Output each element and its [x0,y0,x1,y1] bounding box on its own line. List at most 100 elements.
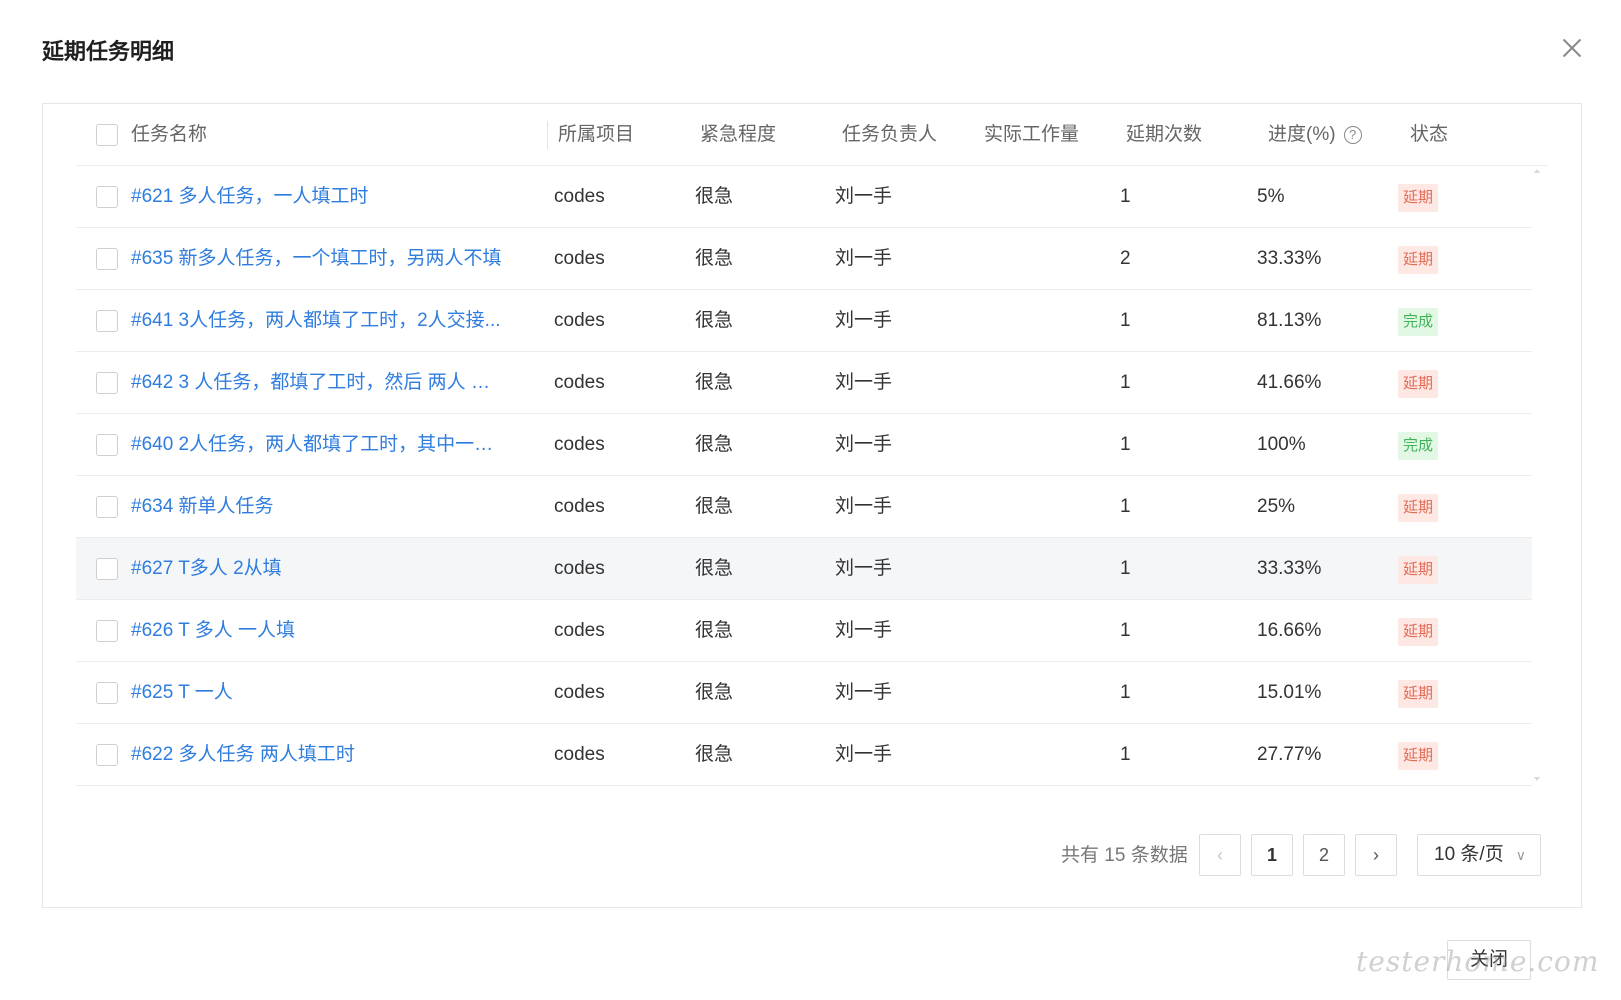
column-resize-handle[interactable] [547,121,548,149]
row-checkbox[interactable] [96,434,118,456]
progress-cell: 16.66% [1257,620,1322,641]
row-checkbox[interactable] [96,620,118,642]
header-delay-count: 延期次数 [1126,124,1203,145]
owner-cell: 刘一手 [835,372,893,393]
urgency-cell: 很急 [695,682,734,703]
table-row[interactable]: #622 多人任务 两人填工时 codes 很急 刘一手 1 27.77% 延期 [76,724,1532,786]
owner-cell: 刘一手 [835,620,893,641]
progress-cell: 33.33% [1257,248,1322,269]
project-cell: codes [554,620,605,641]
chevron-down-icon: ∨ [1515,847,1526,863]
owner-cell: 刘一手 [835,310,893,331]
progress-cell: 15.01% [1257,682,1322,703]
status-badge: 延期 [1398,184,1439,212]
scroll-down-arrow[interactable] [1534,777,1540,781]
row-checkbox[interactable] [96,186,118,208]
table-row[interactable]: #625 T 一人 codes 很急 刘一手 1 15.01% 延期 [76,662,1532,724]
task-name-link[interactable]: #634 新单人任务 [131,476,505,538]
chevron-right-icon[interactable]: › [1355,834,1397,876]
scroll-up-arrow[interactable] [1534,169,1540,173]
progress-cell: 25% [1257,496,1296,517]
task-name-link[interactable]: #640 2人任务，两人都填了工时，其中一人... [131,414,505,476]
delay-count-cell: 1 [1120,682,1131,703]
table-row[interactable]: #627 T多人 2从填 codes 很急 刘一手 1 33.33% 延期 [76,538,1532,600]
owner-cell: 刘一手 [835,496,893,517]
progress-cell: 27.77% [1257,744,1322,765]
owner-cell: 刘一手 [835,186,893,207]
row-checkbox[interactable] [96,248,118,270]
project-cell: codes [554,310,605,331]
task-name-link[interactable]: #635 新多人任务，一个填工时，另两人不填 [131,228,505,290]
row-checkbox[interactable] [96,372,118,394]
status-badge: 延期 [1398,742,1439,770]
delay-count-cell: 1 [1120,558,1131,579]
delay-count-cell: 1 [1120,310,1131,331]
owner-cell: 刘一手 [835,682,893,703]
table-row[interactable]: #641 3人任务，两人都填了工时，2人交接... codes 很急 刘一手 1… [76,290,1532,352]
owner-cell: 刘一手 [835,434,893,455]
row-checkbox[interactable] [96,310,118,332]
row-checkbox[interactable] [96,682,118,704]
project-cell: codes [554,434,605,455]
row-checkbox[interactable] [96,744,118,766]
task-name-link[interactable]: #625 T 一人 [131,662,505,724]
delay-count-cell: 1 [1120,496,1131,517]
task-name-link[interactable]: #642 3 人任务，都填了工时，然后 两人 交... [131,352,505,414]
project-cell: codes [554,744,605,765]
header-actual-work: 实际工作量 [984,124,1080,145]
page-button-2[interactable]: 2 [1303,834,1345,876]
table-row[interactable]: #640 2人任务，两人都填了工时，其中一人... codes 很急 刘一手 1… [76,414,1532,476]
urgency-cell: 很急 [695,620,734,641]
task-name-link[interactable]: #626 T 多人 一人填 [131,600,505,662]
project-cell: codes [554,372,605,393]
chevron-left-icon[interactable]: ‹ [1199,834,1241,876]
status-badge: 完成 [1398,308,1439,336]
close-icon[interactable] [1560,36,1584,60]
delay-count-cell: 1 [1120,186,1131,207]
status-badge: 延期 [1398,618,1439,646]
owner-cell: 刘一手 [835,558,893,579]
task-name-link[interactable]: #627 T多人 2从填 [131,538,505,600]
total-count: 共有 15 条数据 [1061,845,1188,866]
status-badge: 延期 [1398,370,1439,398]
task-name-link[interactable]: #641 3人任务，两人都填了工时，2人交接... [131,290,505,352]
table-row[interactable]: #626 T 多人 一人填 codes 很急 刘一手 1 16.66% 延期 [76,600,1532,662]
header-owner: 任务负责人 [842,124,938,145]
page-button-1[interactable]: 1 [1251,834,1293,876]
header-task-name: 任务名称 [131,124,208,145]
progress-cell: 33.33% [1257,558,1322,579]
project-cell: codes [554,186,605,207]
table-row[interactable]: #635 新多人任务，一个填工时，另两人不填 codes 很急 刘一手 2 33… [76,228,1532,290]
table-body: #621 多人任务，一人填工时 codes 很急 刘一手 1 5% 延期 #63… [76,166,1532,786]
page-size-select[interactable]: 10 条/页 ∨ [1417,834,1541,876]
question-circle-icon[interactable]: ? [1343,126,1362,144]
header-urgency: 紧急程度 [700,124,777,145]
delay-count-cell: 1 [1120,620,1131,641]
task-name-link[interactable]: #622 多人任务 两人填工时 [131,724,505,786]
table-panel: 任务名称 所属项目 紧急程度 任务负责人 实际工作量 延期次数 进度(%)? 状… [42,103,1582,908]
delay-count-cell: 2 [1120,248,1131,269]
table-row[interactable]: #621 多人任务，一人填工时 codes 很急 刘一手 1 5% 延期 [76,166,1532,228]
urgency-cell: 很急 [695,496,734,517]
project-cell: codes [554,682,605,703]
project-cell: codes [554,558,605,579]
header-project: 所属项目 [558,124,635,145]
delay-task-modal: 延期任务明细 任务名称 所属项目 紧急程度 任务负责人 实际工作量 延期次数 进… [0,0,1621,1000]
urgency-cell: 很急 [695,558,734,579]
status-badge: 延期 [1398,246,1439,274]
project-cell: codes [554,248,605,269]
urgency-cell: 很急 [695,434,734,455]
close-button[interactable]: 关闭 [1447,940,1531,980]
status-badge: 延期 [1398,680,1439,708]
header-progress-label: 进度(%) [1268,124,1336,145]
pagination: 共有 15 条数据 ‹ 1 2 › 10 条/页 ∨ [43,834,1583,878]
select-all-checkbox[interactable] [96,124,118,146]
urgency-cell: 很急 [695,186,734,207]
urgency-cell: 很急 [695,744,734,765]
table-row[interactable]: #642 3 人任务，都填了工时，然后 两人 交... codes 很急 刘一手… [76,352,1532,414]
table-row[interactable]: #634 新单人任务 codes 很急 刘一手 1 25% 延期 [76,476,1532,538]
task-name-link[interactable]: #621 多人任务，一人填工时 [131,166,505,228]
row-checkbox[interactable] [96,558,118,580]
row-checkbox[interactable] [96,496,118,518]
status-badge: 延期 [1398,556,1439,584]
